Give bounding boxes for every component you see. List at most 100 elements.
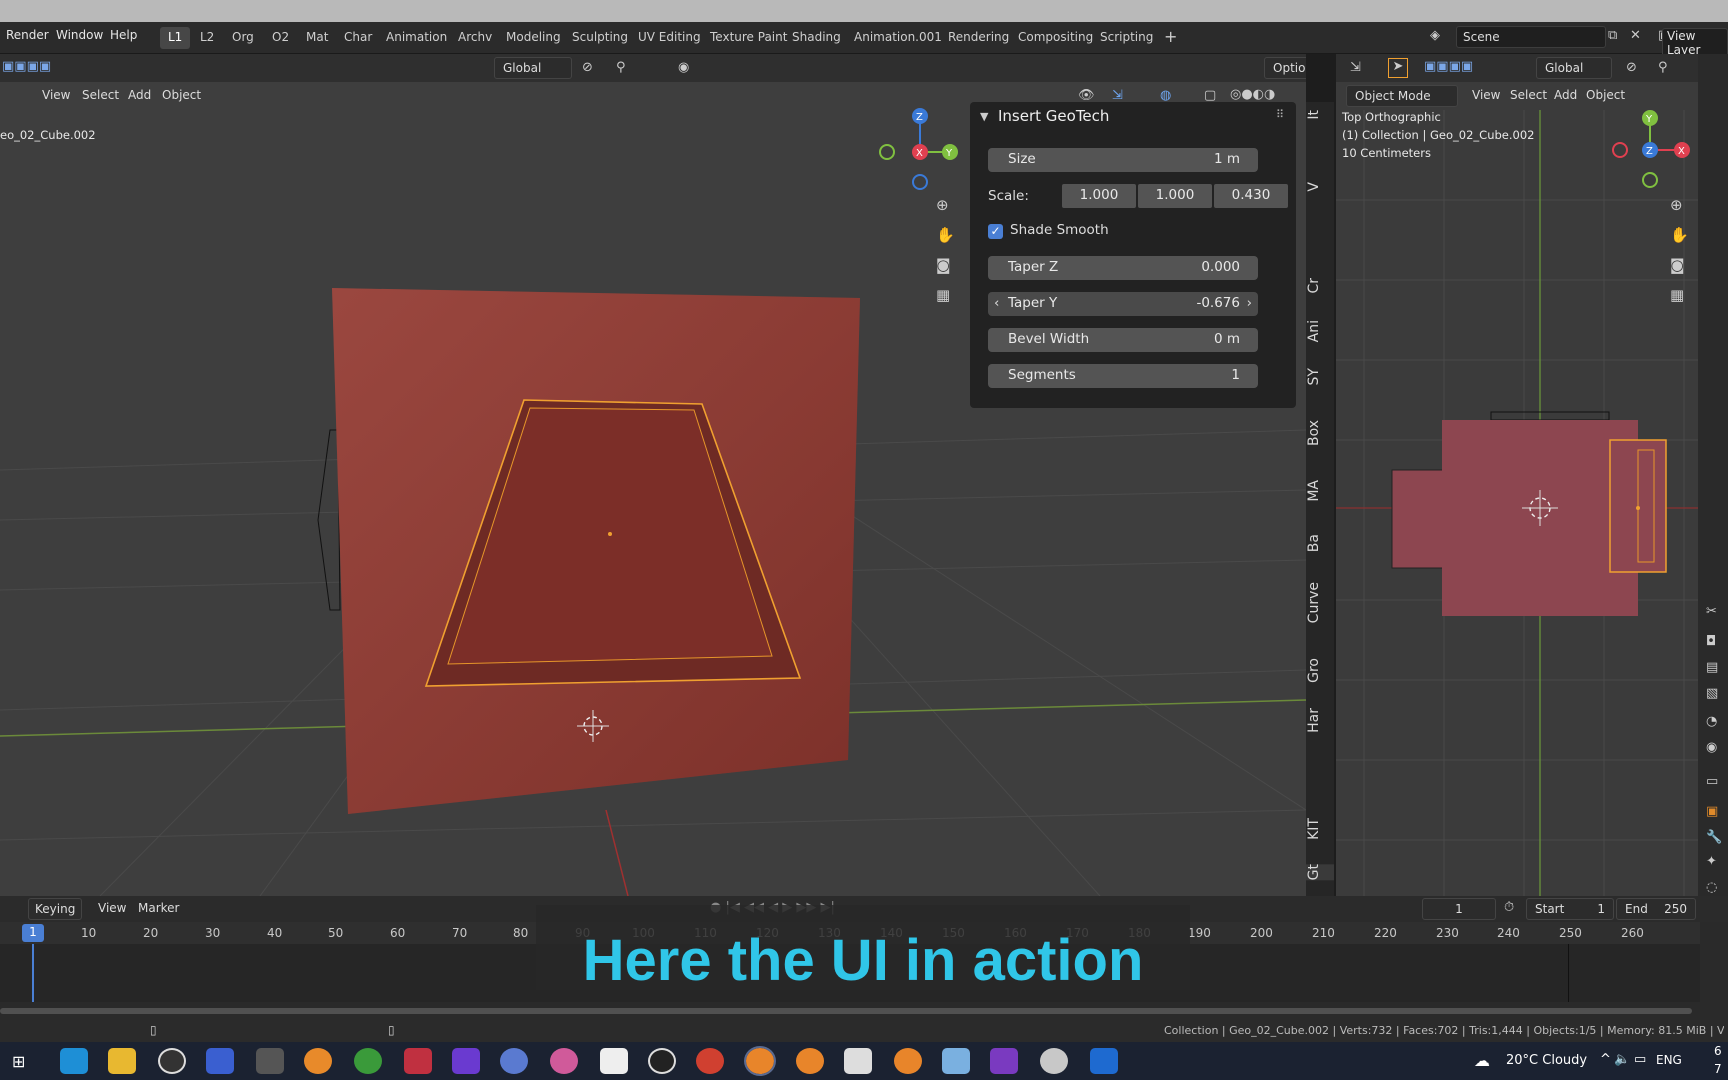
sidebar-tab-ani[interactable]: Ani: [1306, 320, 1334, 342]
proportional-edit-icon[interactable]: ◉: [678, 60, 689, 75]
segments-field[interactable]: Segments 1: [988, 364, 1258, 388]
tab-workspace-org[interactable]: Org: [224, 27, 262, 49]
app-icon-19[interactable]: [942, 1048, 970, 1074]
sidebar-tab-ba[interactable]: Ba: [1306, 534, 1334, 552]
menu-help[interactable]: Help: [110, 28, 137, 42]
menu-select[interactable]: Select: [76, 85, 125, 107]
tab-workspace-modeling[interactable]: Modeling: [498, 27, 569, 49]
tab-workspace-mat[interactable]: Mat: [298, 27, 336, 49]
scene-selector[interactable]: Scene: [1456, 26, 1606, 48]
output-props-icon[interactable]: ▤: [1706, 660, 1718, 675]
overlays-toggle-icon[interactable]: ◍: [1160, 88, 1171, 103]
transform-orientation-dropdown[interactable]: Global: [494, 57, 572, 79]
sidebar-tab-it[interactable]: It: [1306, 110, 1334, 120]
visibility-icon[interactable]: 👁: [1078, 88, 1095, 103]
select-mode-icons[interactable]: ▣▣▣▣: [2, 59, 51, 74]
timeline-scrollbar[interactable]: [0, 1008, 1692, 1014]
collapse-arrow-icon[interactable]: ▼: [980, 110, 988, 123]
tab-workspace-shading[interactable]: Shading: [784, 27, 849, 49]
modifier-props-icon[interactable]: 🔧: [1706, 830, 1722, 845]
app-icon-17[interactable]: [844, 1048, 872, 1074]
world-props-icon[interactable]: ◉: [1706, 740, 1717, 755]
right-pivot-icon[interactable]: ⊘: [1626, 60, 1637, 75]
start-frame-field[interactable]: Start 1: [1526, 898, 1614, 920]
sidebar-tab-gt[interactable]: Gt: [1306, 864, 1334, 881]
sidebar-tab-kit[interactable]: KIT: [1306, 818, 1334, 840]
render-props-icon[interactable]: ◘: [1706, 634, 1716, 649]
object-mode-dropdown[interactable]: Object Mode: [1346, 85, 1458, 107]
sidebar-tab-gro[interactable]: Gro: [1306, 658, 1334, 683]
weather-text[interactable]: 20°C Cloudy: [1506, 1053, 1587, 1068]
app-icon-7[interactable]: [354, 1048, 382, 1074]
new-scene-icon[interactable]: ⧉: [1608, 28, 1617, 43]
tab-workspace-sculpting[interactable]: Sculpting: [564, 27, 636, 49]
menu-add[interactable]: Add: [122, 85, 157, 107]
taper-y-field[interactable]: ‹ Taper Y -0.676 ›: [988, 292, 1258, 316]
scene-props-icon[interactable]: ◔: [1706, 714, 1717, 729]
delete-scene-icon[interactable]: ✕: [1630, 28, 1641, 43]
weather-cloud-icon[interactable]: ☁: [1474, 1051, 1490, 1070]
tab-workspace-char[interactable]: Char: [336, 27, 380, 49]
clock-time[interactable]: 6: [1714, 1044, 1722, 1058]
firefox-icon[interactable]: [304, 1048, 332, 1074]
menu-render[interactable]: Render: [6, 28, 49, 42]
shade-smooth-checkbox[interactable]: ✓: [988, 224, 1003, 239]
onenote-icon[interactable]: [990, 1048, 1018, 1074]
end-frame-field[interactable]: End 250: [1616, 898, 1696, 920]
chrome-icon[interactable]: [696, 1048, 724, 1074]
right-snap-icon[interactable]: ⚲: [1658, 60, 1668, 75]
top-zoom-icon[interactable]: ⊕: [1670, 196, 1683, 214]
camera-icon[interactable]: ◙: [936, 256, 951, 274]
scale-x-field[interactable]: 1.000: [1062, 184, 1136, 208]
zoom-icon[interactable]: ⊕: [936, 196, 949, 214]
right-menu-select[interactable]: Select: [1504, 85, 1553, 107]
top-pan-hand-icon[interactable]: ✋: [1670, 226, 1689, 244]
tray-arrow-icon[interactable]: ^: [1600, 1052, 1611, 1067]
physics-props-icon[interactable]: ◌: [1706, 880, 1717, 895]
timeline-menu-view[interactable]: View: [92, 898, 132, 920]
object-props-icon[interactable]: ▣: [1706, 804, 1718, 819]
davinci-icon[interactable]: [500, 1048, 528, 1074]
select-cursor-icon[interactable]: ➤: [1388, 58, 1408, 78]
tab-workspace-texture-paint[interactable]: Texture Paint: [702, 27, 795, 49]
app-icon-5[interactable]: [256, 1048, 284, 1074]
network-icon[interactable]: ▭: [1634, 1052, 1646, 1067]
tab-workspace-animation-001[interactable]: Animation.001: [846, 27, 950, 49]
size-field[interactable]: Size 1 m: [988, 148, 1258, 172]
snap-icon[interactable]: ⚲: [616, 60, 626, 75]
playhead-frame[interactable]: 1: [22, 924, 44, 942]
tab-workspace-uv-editing[interactable]: UV Editing: [630, 27, 709, 49]
top-grid-icon[interactable]: ▦: [1670, 286, 1684, 304]
volume-icon[interactable]: 🔈: [1614, 1052, 1630, 1067]
keying-dropdown[interactable]: Keying: [28, 898, 83, 920]
tool-props-icon[interactable]: ✂: [1706, 604, 1717, 619]
right-menu-view[interactable]: View: [1466, 85, 1506, 107]
tab-workspace-compositing[interactable]: Compositing: [1010, 27, 1101, 49]
navigation-gizmo[interactable]: Z Y X: [870, 102, 970, 198]
language-indicator[interactable]: ENG: [1656, 1053, 1682, 1067]
decrement-arrow-icon[interactable]: ‹: [994, 295, 999, 311]
tab-workspace-archv[interactable]: Archv: [450, 27, 500, 49]
timeline-menu-marker[interactable]: Marker: [132, 898, 185, 920]
gizmo-toggle-icon[interactable]: ⇲: [1112, 88, 1123, 103]
sidebar-tab-cr[interactable]: Cr: [1306, 278, 1334, 294]
blender-icon-2[interactable]: [796, 1048, 824, 1074]
right-menu-add[interactable]: Add: [1548, 85, 1583, 107]
tab-workspace-l2[interactable]: L2: [192, 27, 222, 49]
blender-icon-3[interactable]: [894, 1048, 922, 1074]
sidebar-tab-curve[interactable]: Curve: [1306, 582, 1334, 623]
scale-y-field[interactable]: 1.000: [1138, 184, 1212, 208]
particles-props-icon[interactable]: ✦: [1706, 854, 1717, 869]
options-dropdown[interactable]: Options: [1264, 57, 1306, 79]
stopwatch-icon[interactable]: ⏱: [1504, 900, 1514, 915]
app-icon-21[interactable]: [1040, 1048, 1068, 1074]
app-icon-22[interactable]: [1090, 1048, 1118, 1074]
task-view-icon[interactable]: ⊞: [12, 1052, 25, 1071]
clock-date[interactable]: 7: [1714, 1062, 1722, 1076]
tab-workspace-scripting[interactable]: Scripting: [1092, 27, 1161, 49]
affinity-icon[interactable]: [452, 1048, 480, 1074]
transform-tool-icon[interactable]: ⇲: [1350, 60, 1361, 75]
add-workspace-button[interactable]: +: [1156, 24, 1185, 46]
right-select-mode-icons[interactable]: ▣▣▣▣: [1424, 59, 1473, 74]
right-orientation-dropdown[interactable]: Global: [1536, 57, 1612, 79]
